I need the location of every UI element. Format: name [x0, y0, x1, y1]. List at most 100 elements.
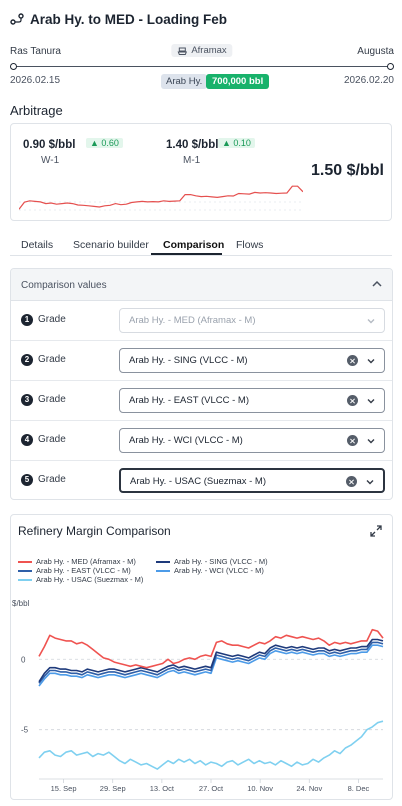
- grade-select-value: Arab Hy. - SING (VLCC - M): [129, 355, 248, 366]
- y-axis-label: $/bbl: [12, 599, 30, 608]
- refinery-margin-chart: $/bbl 0 -5 15. Sep 29. Sep 13. Oct 27. Oct 10. …: [12, 599, 384, 793]
- comparison-row: 3 Grade Arab Hy. - EAST (VLCC - M): [11, 381, 392, 421]
- comparison-row: 5 Grade Arab Hy. - USAC (Suezmax - M): [11, 461, 392, 499]
- legend-label: Arab Hy. - MED (Aframax - M): [36, 557, 136, 566]
- row-number-badge: 2: [21, 354, 33, 366]
- legend-item[interactable]: Arab Hy. - EAST (VLCC - M): [18, 566, 131, 575]
- grade-select-value: Arab Hy. - WCI (VLCC - M): [129, 435, 243, 446]
- grade-select-value: Arab Hy. - MED (Aframax - M): [129, 315, 256, 326]
- route-track: [14, 66, 390, 67]
- row-number-badge: 5: [21, 474, 33, 486]
- grade-select-value: Arab Hy. - EAST (VLCC - M): [129, 395, 249, 406]
- legend-label: Arab Hy. - SING (VLCC - M): [174, 557, 268, 566]
- x-tick-label: 27. Oct: [199, 784, 224, 793]
- active-tab-indicator: [151, 253, 222, 255]
- w1-value: 0.90 $/bbl: [23, 139, 76, 151]
- comparison-title: Comparison values: [21, 280, 107, 291]
- chart-title: Refinery Margin Comparison: [18, 524, 171, 538]
- row-label: Grade: [38, 434, 66, 445]
- legend-swatch: [156, 560, 170, 563]
- chevron-down-icon[interactable]: [365, 477, 375, 487]
- expand-icon[interactable]: [370, 525, 382, 537]
- row-number-badge: 3: [21, 394, 33, 406]
- legend-swatch: [156, 569, 170, 572]
- origin-port: Ras Tanura: [10, 46, 61, 57]
- vessel-type: Aframax: [191, 45, 227, 56]
- grade-select[interactable]: Arab Hy. - SING (VLCC - M): [119, 348, 385, 373]
- clear-icon[interactable]: [346, 476, 357, 487]
- comparison-row: 1 Grade Arab Hy. - MED (Aframax - M): [11, 301, 392, 341]
- destination-marker: [387, 63, 394, 70]
- m1-change-badge: ▲ 0.10: [218, 138, 255, 148]
- grade-select[interactable]: Arab Hy. - USAC (Suezmax - M): [119, 468, 385, 493]
- legend-label: Arab Hy. - EAST (VLCC - M): [36, 566, 131, 575]
- ship-icon: [177, 47, 188, 55]
- tab-comparison[interactable]: Comparison: [163, 239, 224, 251]
- y-tick-label: 0: [21, 655, 26, 664]
- legend-swatch: [18, 560, 32, 563]
- comparison-panel: Comparison values 1 Grade Arab Hy. - MED…: [10, 268, 393, 500]
- tab-flows[interactable]: Flows: [236, 239, 263, 251]
- x-tick-label: 8. Dec: [348, 784, 370, 793]
- clear-icon[interactable]: [347, 355, 358, 366]
- page-title: Arab Hy. to MED - Loading Feb: [30, 11, 227, 27]
- tab-details[interactable]: Details: [21, 239, 53, 251]
- row-label: Grade: [38, 394, 66, 405]
- grade-badge: Arab Hy.: [161, 74, 208, 89]
- tab-bar: Details Scenario builder Comparison Flow…: [10, 236, 392, 256]
- legend-label: Arab Hy. - WCI (VLCC - M): [174, 566, 264, 575]
- origin-marker: [10, 63, 17, 70]
- legend-item[interactable]: Arab Hy. - MED (Aframax - M): [18, 557, 136, 566]
- arrival-date: 2026.02.20: [343, 75, 394, 86]
- route-icon: [10, 13, 24, 25]
- current-arbitrage: 1.50 $/bbl: [311, 162, 384, 179]
- x-tick-label: 29. Sep: [100, 784, 126, 793]
- m1-value: 1.40 $/bbl: [166, 139, 219, 151]
- row-number-badge: 4: [21, 434, 33, 446]
- comparison-header[interactable]: Comparison values: [11, 269, 392, 301]
- sparkline-line: [19, 185, 303, 210]
- grade-select[interactable]: Arab Hy. - WCI (VLCC - M): [119, 428, 385, 453]
- y-tick-label: -5: [21, 726, 29, 735]
- departure-date: 2026.02.15: [10, 75, 61, 86]
- volume-badge: 700,000 bbl: [206, 74, 270, 89]
- legend-item[interactable]: Arab Hy. - SING (VLCC - M): [156, 557, 268, 566]
- grade-select-value[interactable]: Arab Hy. - USAC (Suezmax - M): [130, 476, 266, 487]
- legend-item[interactable]: Arab Hy. - USAC (Suezmax - M): [18, 575, 143, 584]
- m1-change: 0.10: [233, 138, 251, 148]
- comparison-row: 2 Grade Arab Hy. - SING (VLCC - M): [11, 341, 392, 381]
- vessel-badge: Aframax: [171, 44, 233, 57]
- legend-label: Arab Hy. - USAC (Suezmax - M): [36, 575, 144, 584]
- w1-change: 0.60: [101, 138, 119, 148]
- row-label: Grade: [38, 314, 66, 325]
- x-tick-label: 15. Sep: [51, 784, 77, 793]
- row-label: Grade: [38, 474, 66, 485]
- chevron-down-icon[interactable]: [366, 396, 376, 406]
- legend-item[interactable]: Arab Hy. - WCI (VLCC - M): [156, 566, 264, 575]
- comparison-row: 4 Grade Arab Hy. - WCI (VLCC - M): [11, 421, 392, 461]
- page-header: Arab Hy. to MED - Loading Feb: [10, 10, 390, 28]
- legend-swatch: [18, 578, 32, 581]
- grade-select[interactable]: Arab Hy. - EAST (VLCC - M): [119, 388, 385, 413]
- grade-select: Arab Hy. - MED (Aframax - M): [119, 308, 385, 333]
- row-label: Grade: [38, 354, 66, 365]
- clear-icon[interactable]: [347, 395, 358, 406]
- row-number-badge: 1: [21, 314, 33, 326]
- x-tick-label: 24. Nov: [296, 784, 322, 793]
- w1-label: W-1: [41, 155, 60, 166]
- chevron-down-icon[interactable]: [366, 436, 376, 446]
- x-tick-label: 13. Oct: [150, 784, 175, 793]
- series-line: [38, 628, 384, 669]
- legend-swatch: [18, 569, 32, 572]
- refinery-margin-card: Refinery Margin Comparison Arab Hy. - ME…: [10, 514, 393, 800]
- m1-label: M-1: [183, 155, 201, 166]
- clear-icon[interactable]: [347, 435, 358, 446]
- destination-port: Augusta: [357, 46, 394, 57]
- w1-change-badge: ▲ 0.60: [86, 138, 123, 148]
- chevron-down-icon[interactable]: [366, 356, 376, 366]
- chevron-up-icon[interactable]: [370, 277, 384, 291]
- arbitrage-title: Arbitrage: [10, 103, 63, 118]
- series-line: [38, 720, 384, 770]
- tab-scenario-builder[interactable]: Scenario builder: [73, 239, 149, 251]
- voyage-route: Ras Tanura Aframax Augusta 2026.02.15 Ar…: [10, 44, 394, 90]
